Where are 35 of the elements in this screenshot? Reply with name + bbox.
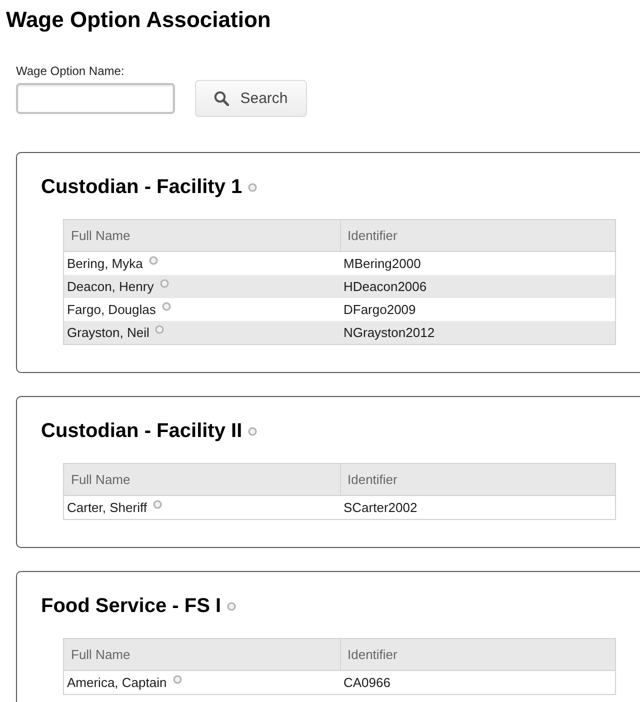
column-header: Identifier [340, 464, 615, 495]
group-title: Custodian - Facility 1 [41, 175, 242, 199]
page-title: Wage Option Association [5, 6, 272, 33]
field-label: Wage Option Name: [16, 64, 124, 78]
full-name-text: Deacon, Henry [67, 278, 154, 294]
ring-icon [160, 279, 169, 288]
ring-icon [148, 256, 158, 265]
ring-icon [155, 325, 164, 334]
identifier-text: CA0966 [344, 674, 390, 690]
ring-icon [152, 500, 162, 509]
ring-icon [248, 427, 258, 436]
search-icon [214, 91, 230, 106]
column-header: Full Name [70, 471, 132, 489]
ring-icon [248, 183, 258, 192]
identifier-text: DFargo2009 [344, 302, 416, 318]
identifier-text: NGrayston2012 [344, 324, 435, 340]
ring-icon [227, 602, 236, 611]
column-header: Identifier [340, 639, 615, 670]
group-title: Food Service - FS I [41, 594, 222, 618]
ring-icon [162, 302, 171, 311]
full-name-text: Carter, Sheriff [67, 500, 147, 516]
group-title: Custodian - Facility II [41, 419, 242, 443]
full-name-text: Bering, Myka [67, 256, 143, 272]
wage-option-name-field[interactable] [16, 83, 175, 114]
identifier-text: SCarter2002 [344, 500, 418, 516]
search-button[interactable]: Search [195, 80, 307, 117]
full-name-text: Grayston, Neil [67, 324, 150, 340]
identifier-text: MBering2000 [344, 256, 421, 272]
full-name-text: America, Captain [67, 674, 167, 690]
full-name-text: Fargo, Douglas [67, 302, 156, 318]
column-header: Full Name [70, 227, 132, 245]
ring-icon [172, 675, 182, 684]
column-header: Full Name [70, 646, 132, 664]
identifier-text: HDeacon2006 [344, 278, 427, 294]
column-header: Identifier [340, 220, 615, 251]
